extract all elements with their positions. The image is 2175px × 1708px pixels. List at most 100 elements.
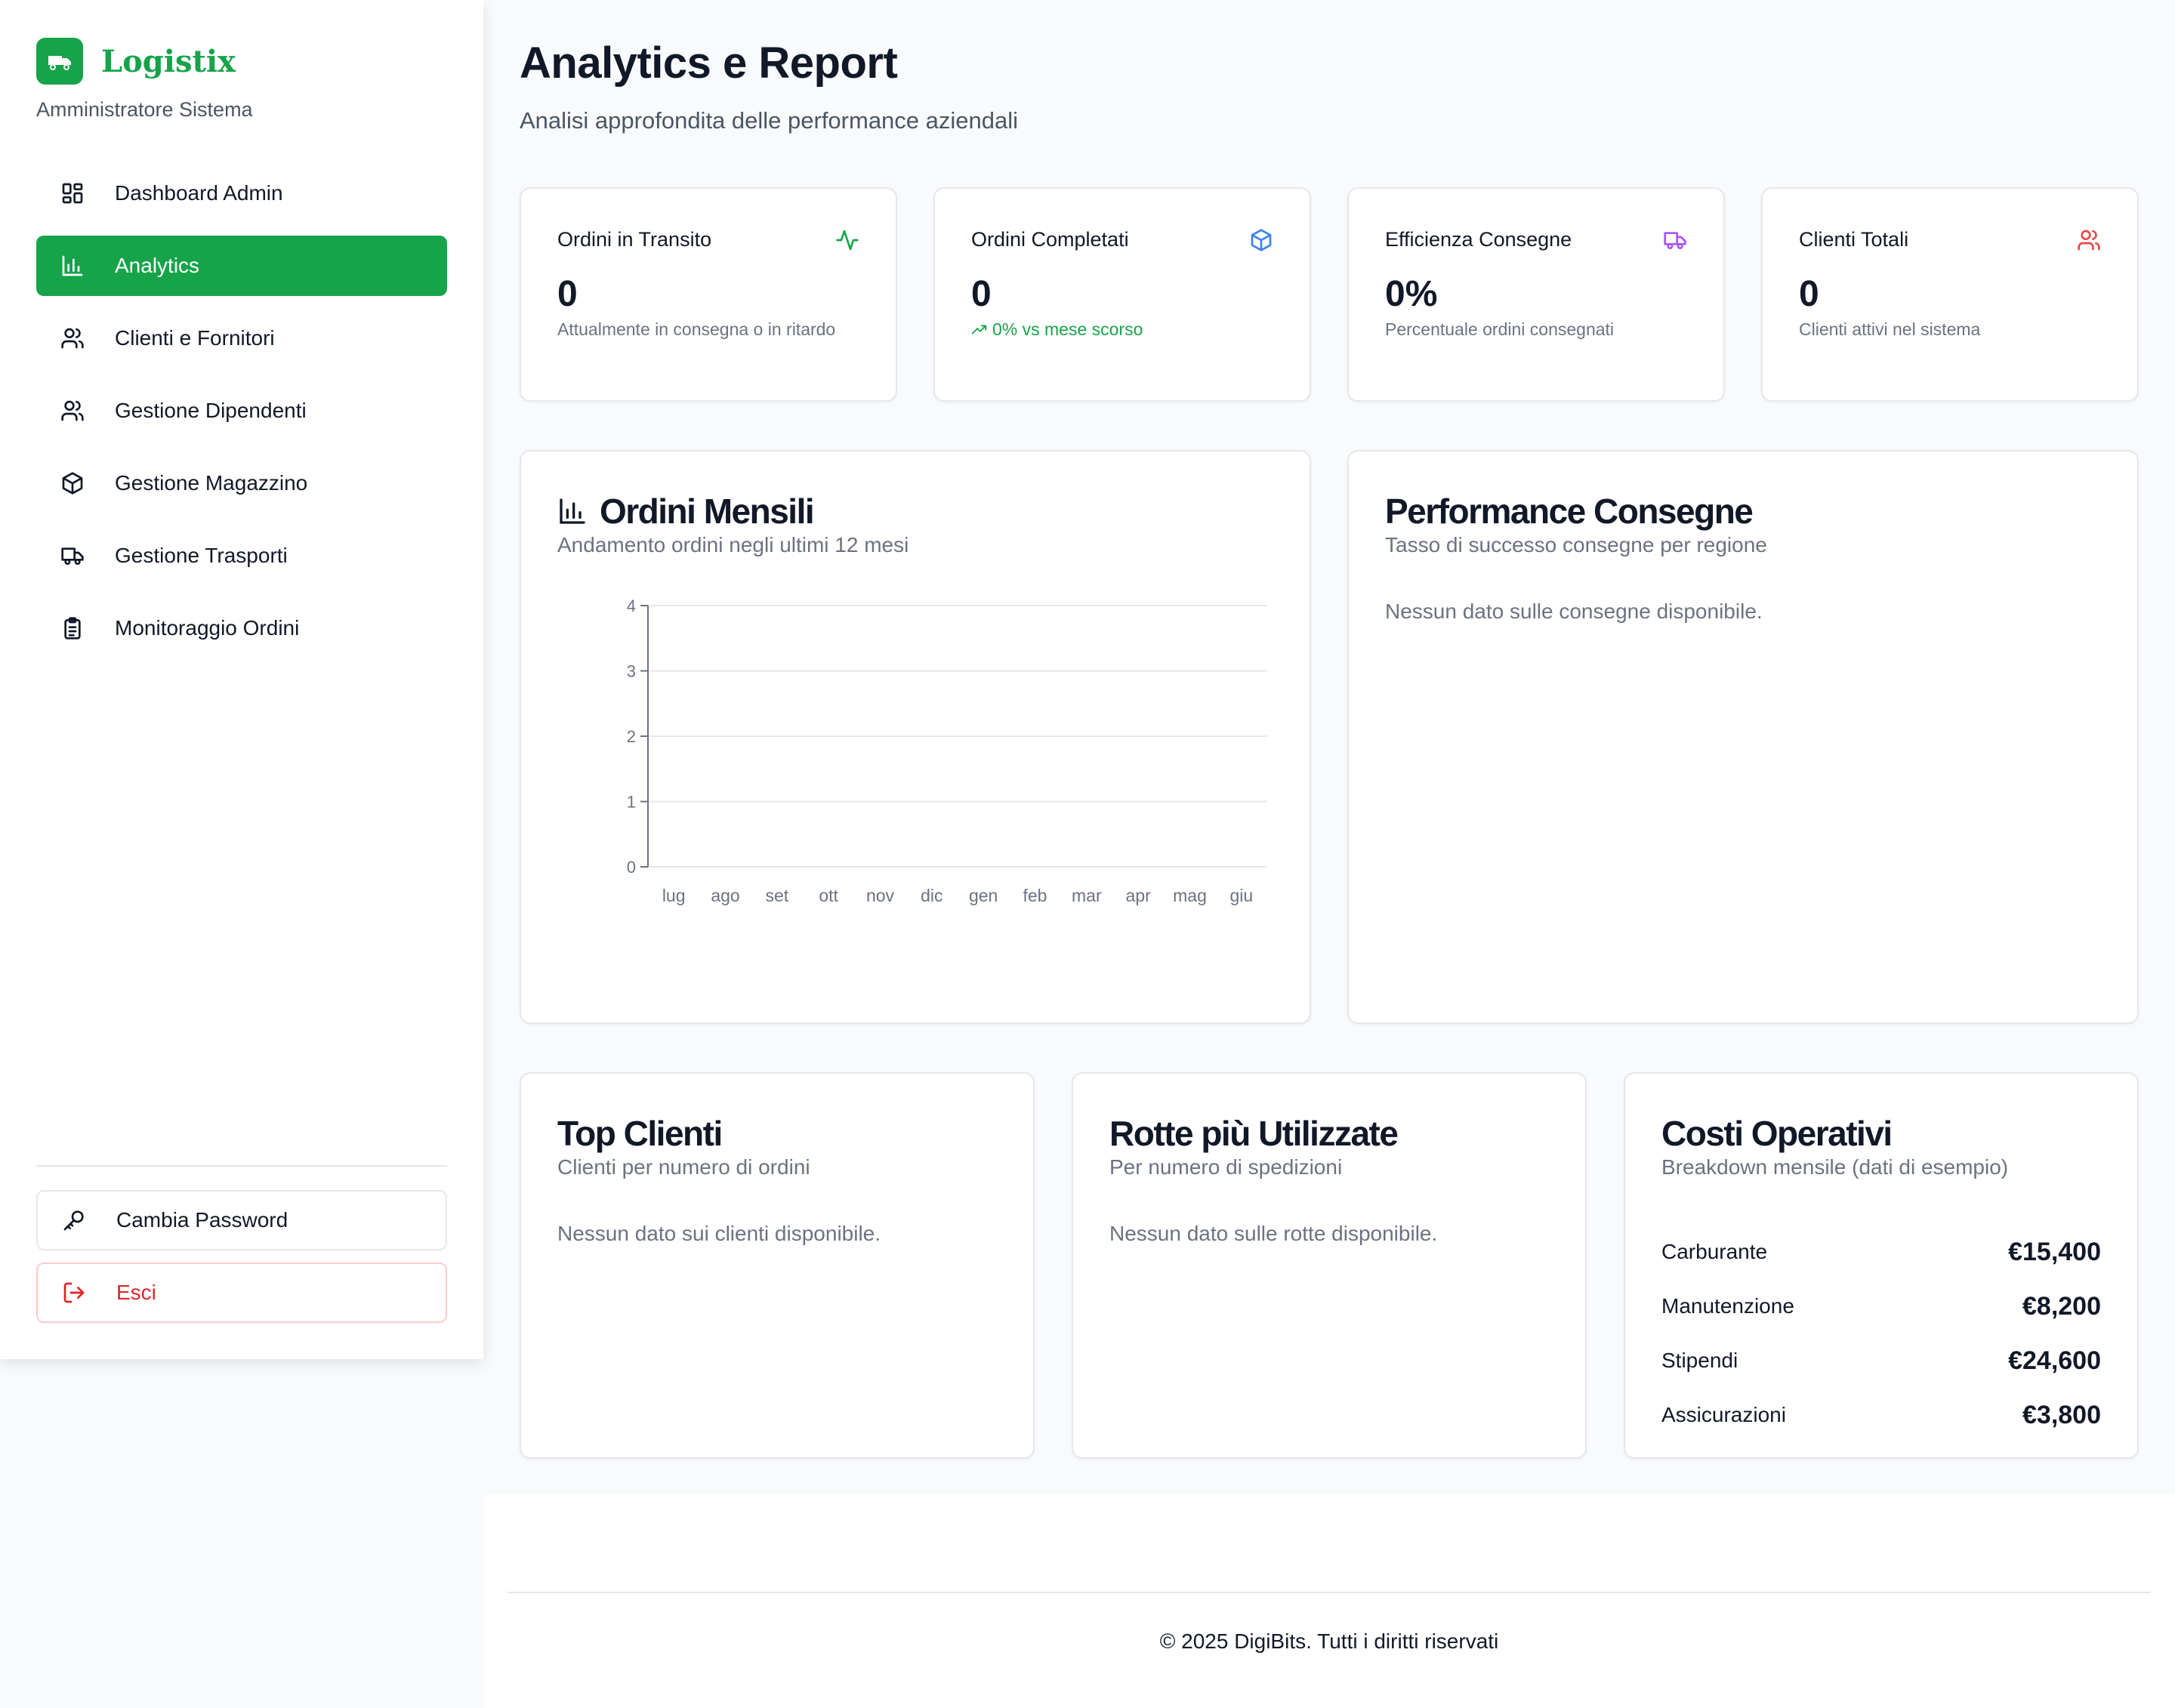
x-tick-label: ott [819,886,838,905]
cost-label: Assicurazioni [1661,1403,1786,1426]
key-icon [62,1208,86,1232]
card-subtitle: Tasso di successo consegne per regione [1385,533,1767,556]
stat-value: 0 [557,274,578,314]
card-title: Costi Operativi [1661,1114,1893,1153]
cost-label: Stipendi [1661,1349,1738,1372]
sidebar-item-label: Gestione Trasporti [115,544,288,567]
stat-note: 0% vs mese scorso [992,319,1143,339]
card-title: Ordini Mensili [557,491,815,532]
footer-copyright: © 2025 DigiBits. Tutti i diritti riserva… [1159,1629,1499,1653]
stat-title: Clienti Totali [1799,228,1909,251]
x-tick-label: mag [1173,886,1207,905]
delivery-performance-card: Performance Consegne Tasso di successo c… [1347,450,2139,1024]
monthly-orders-card: Ordini Mensili Andamento ordini negli ul… [520,450,1311,1024]
stat-note: Attualmente in consegna o in ritardo [557,319,836,339]
brand[interactable]: Logistix [36,38,236,85]
x-tick-label: apr [1126,886,1152,905]
sidebar-item-monitoraggio-ordini[interactable]: Monitoraggio Ordini [36,598,447,658]
sidebar-nav: Dashboard Admin Analytics Clienti e Forn… [36,163,447,671]
page-subtitle: Analisi approfondita delle performance a… [520,107,1019,134]
stat-value: 0% [1385,274,1438,314]
x-tick-label: giu [1229,886,1253,905]
users-icon [2077,228,2101,252]
stat-card-efficiency: Efficienza Consegne 0% Percentuale ordin… [1347,187,1725,402]
logout-label: Esci [116,1281,156,1304]
logout-button[interactable]: Esci [36,1263,447,1323]
trending-up-icon [971,325,987,335]
sidebar-item-analytics[interactable]: Analytics [36,236,447,296]
cost-row: Stipendi €24,600 [1661,1333,2101,1388]
sidebar-item-gestione-magazzino[interactable]: Gestione Magazzino [36,453,447,513]
users-icon [60,399,85,423]
truck-logo-icon [36,38,83,85]
change-password-button[interactable]: Cambia Password [36,1190,447,1250]
truck-icon [1663,228,1687,252]
cost-row: Carburante €15,400 [1661,1225,2101,1279]
card-title: Performance Consegne [1385,492,1754,531]
sidebar-item-label: Dashboard Admin [115,181,283,205]
sidebar-item-label: Gestione Dipendenti [115,399,307,422]
bar-chart-icon [557,496,588,526]
card-title: Rotte più Utilizzate [1109,1114,1399,1153]
truck-icon [60,544,85,568]
stat-note: Percentuale ordini consegnati [1385,319,1615,339]
sidebar-divider [36,1165,447,1167]
dashboard-icon [60,181,85,205]
cost-label: Carburante [1661,1240,1768,1263]
x-tick-label: lug [662,886,686,905]
change-password-label: Cambia Password [116,1208,288,1232]
cost-label: Manutenzione [1661,1294,1794,1318]
card-subtitle: Breakdown mensile (dati di esempio) [1661,1155,2009,1179]
stat-note: Clienti attivi nel sistema [1799,319,1981,339]
clipboard-list-icon [60,616,85,640]
monthly-orders-title: Ordini Mensili [600,492,815,531]
y-tick-label: 3 [627,662,636,681]
monthly-orders-chart-svg: 0 1 2 3 4 lug ago set ott nov dic gen feb mar apr mag gi… [627,597,1267,905]
cost-row: Manutenzione €8,200 [1661,1279,2101,1333]
package-icon [60,471,85,495]
y-tick-label: 1 [627,793,636,812]
y-tick-label: 0 [627,858,636,877]
x-tick-label: set [765,886,788,905]
stat-card-in-transit: Ordini in Transito 0 Attualmente in cons… [520,187,897,402]
sidebar-item-label: Analytics [115,254,200,277]
empty-state: Nessun dato sulle consegne disponibile. [1385,600,1763,623]
activity-icon [835,228,859,252]
x-tick-label: dic [921,886,942,905]
footer: © 2025 DigiBits. Tutti i diritti riserva… [483,1495,2175,1708]
cost-value: €15,400 [2008,1237,2101,1266]
sidebar-item-gestione-trasporti[interactable]: Gestione Trasporti [36,526,447,586]
top-clients-card: Top Clienti Clienti per numero di ordini… [520,1072,1035,1459]
cost-list: Carburante €15,400 Manutenzione €8,200 S… [1661,1225,2101,1442]
empty-state: Nessun dato sulle rotte disponibile. [1109,1222,1438,1245]
stat-card-clients: Clienti Totali 0 Clienti attivi nel sist… [1761,187,2139,402]
page-title: Analytics e Report [520,39,898,88]
stat-card-completed: Ordini Completati 0 0% vs mese scorso [933,187,1311,402]
card-subtitle: Per numero di spedizioni [1109,1155,1343,1179]
sidebar: Logistix Amministratore Sistema Dashboar… [0,0,483,1359]
sidebar-item-dashboard-admin[interactable]: Dashboard Admin [36,163,447,224]
log-out-icon [62,1281,86,1305]
monthly-orders-chart: 0 1 2 3 4 lug ago set ott nov dic gen feb mar apr mag gi… [557,595,1276,912]
empty-state: Nessun dato sui clienti disponibile. [557,1222,881,1245]
cost-value: €24,600 [2008,1346,2101,1375]
sidebar-item-gestione-dipendenti[interactable]: Gestione Dipendenti [36,381,447,441]
bar-chart-icon [60,254,85,278]
user-role: Amministratore Sistema [36,98,253,121]
cost-value: €8,200 [2022,1291,2101,1321]
stat-value: 0 [971,274,992,314]
top-routes-card: Rotte più Utilizzate Per numero di spedi… [1072,1072,1587,1459]
package-icon [1249,228,1273,252]
brand-name: Logistix [101,43,236,79]
stat-trend: 0% vs mese scorso [971,317,1258,341]
stat-value: 0 [1799,274,1819,314]
y-tick-label: 4 [627,597,636,615]
card-subtitle: Andamento ordini negli ultimi 12 mesi [557,533,909,556]
cost-value: €3,800 [2022,1400,2101,1429]
x-tick-label: nov [866,886,895,905]
sidebar-item-clienti-fornitori[interactable]: Clienti e Fornitori [36,308,447,368]
footer-divider [508,1592,2151,1593]
sidebar-item-label: Gestione Magazzino [115,471,308,495]
x-tick-label: mar [1072,886,1102,905]
x-tick-label: feb [1023,886,1047,905]
